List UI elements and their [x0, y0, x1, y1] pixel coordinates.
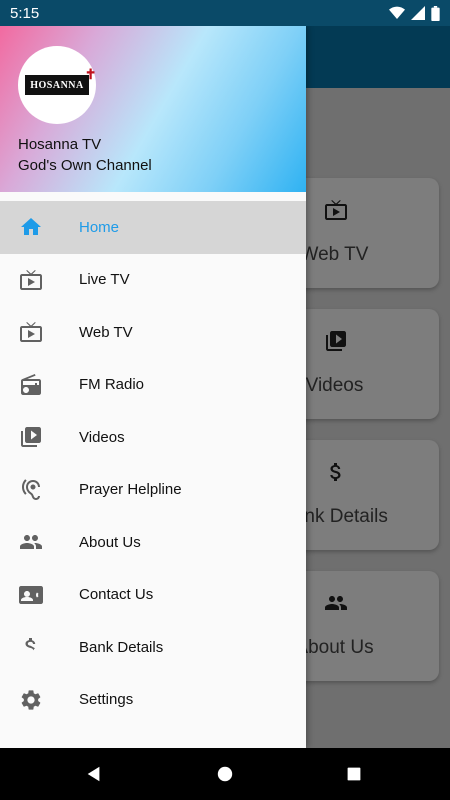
menu-item-label: Prayer Helpline — [79, 481, 182, 499]
web-tv-icon — [325, 200, 347, 220]
menu-item-bank-details[interactable]: Bank Details — [0, 621, 306, 674]
signal-icon — [411, 6, 425, 20]
menu-item-prayer-helpline[interactable]: Prayer Helpline — [0, 464, 306, 517]
menu-item-label: Bank Details — [79, 638, 164, 656]
back-button[interactable] — [82, 762, 106, 786]
logo-text: HOSANNA — [30, 79, 84, 91]
menu-item-web-tv[interactable]: Web TV — [0, 306, 306, 359]
menu-item-live-tv[interactable]: Live TV — [0, 254, 306, 307]
drawer-title: Hosanna TV — [18, 136, 102, 153]
menu-item-home[interactable]: Home — [0, 201, 306, 254]
status-bar: 5:15 — [0, 0, 450, 26]
menu-item-label: FM Radio — [79, 376, 145, 394]
system-navigation-bar — [0, 748, 450, 800]
drawer-menu: Home Live TV Web TV FM Radio Videos Pray… — [0, 201, 306, 726]
drawer-header: HOSANNA ✝ Hosanna TV God's Own Channel — [0, 26, 306, 192]
menu-item-label: Settings — [79, 691, 134, 709]
channel-logo: HOSANNA ✝ — [18, 46, 96, 124]
home-icon — [18, 214, 44, 240]
menu-item-label: Web TV — [79, 323, 133, 341]
video-library-icon — [18, 424, 44, 450]
menu-item-label: Home — [79, 218, 120, 236]
gear-icon — [18, 687, 44, 713]
web-tv-icon — [18, 319, 44, 345]
recents-button[interactable] — [342, 762, 366, 786]
menu-item-fm-radio[interactable]: FM Radio — [0, 359, 306, 412]
drawer-subtitle: God's Own Channel — [18, 157, 152, 174]
video-library-icon — [326, 331, 346, 351]
menu-item-label: Videos — [79, 428, 125, 446]
wifi-icon — [389, 6, 405, 20]
contact-card-icon — [18, 582, 44, 608]
menu-item-label: Contact Us — [79, 586, 154, 604]
navigation-drawer: HOSANNA ✝ Hosanna TV God's Own Channel H… — [0, 26, 306, 748]
hearing-icon — [18, 477, 44, 503]
menu-item-label: Live TV — [79, 271, 130, 289]
home-button[interactable] — [213, 762, 237, 786]
status-time: 5:15 — [10, 4, 40, 22]
people-icon — [18, 529, 44, 555]
recents-square-icon — [347, 767, 361, 781]
menu-item-contact-us[interactable]: Contact Us — [0, 569, 306, 622]
battery-icon — [431, 5, 440, 21]
menu-item-label: About Us — [79, 533, 141, 551]
menu-item-about-us[interactable]: About Us — [0, 516, 306, 569]
dollar-icon — [18, 634, 44, 660]
live-tv-icon — [18, 267, 44, 293]
menu-item-settings[interactable]: Settings — [0, 674, 306, 727]
menu-item-videos[interactable]: Videos — [0, 411, 306, 464]
logo-cross-icon: ✝ — [84, 68, 97, 83]
home-circle-icon — [217, 766, 233, 782]
radio-icon — [18, 372, 44, 398]
people-icon — [325, 596, 347, 610]
dollar-icon — [330, 463, 341, 481]
back-triangle-icon — [87, 766, 100, 782]
